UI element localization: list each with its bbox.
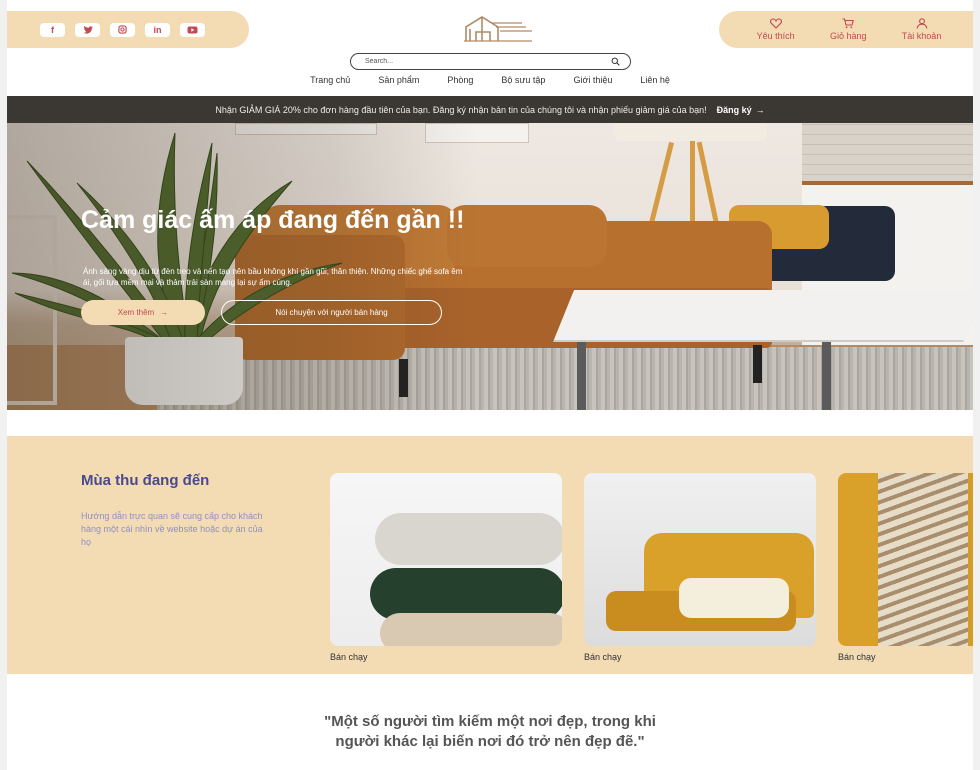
hero-tiles	[802, 123, 973, 185]
site-header: f in Yêu thích Giỏ hàng Tài khoản Search…	[7, 0, 973, 96]
promo-bar: Nhận GIẢM GIÁ 20% cho đơn hàng đầu tiên …	[7, 96, 973, 123]
cart-icon	[842, 18, 855, 29]
sofa-leg	[753, 345, 762, 383]
cart-link[interactable]: Giỏ hàng	[830, 18, 867, 41]
social-links: f in	[7, 11, 249, 48]
autumn-collection: Mùa thu đang đến Hướng dẫn trực quan sẽ …	[7, 436, 973, 674]
hero-banner: Cảm giác ấm áp đang đến gần !! Ánh sáng …	[7, 123, 973, 410]
search-bar	[350, 53, 631, 70]
facebook-icon[interactable]: f	[40, 22, 65, 37]
product-card-label: Bán chạy	[584, 652, 622, 662]
nav-home[interactable]: Trang chủ	[310, 75, 350, 85]
pillow-beige	[380, 613, 562, 646]
wishlist-label: Yêu thích	[756, 31, 795, 41]
brand-logo[interactable]	[462, 15, 534, 43]
quote: "Một số người tìm kiếm một nơi đẹp, tron…	[7, 712, 973, 752]
twitter-icon[interactable]	[75, 22, 100, 37]
nav-about[interactable]: Giới thiệu	[573, 75, 612, 85]
heart-icon	[769, 18, 782, 29]
floor-lamp-shade	[614, 123, 767, 141]
arrow-right-icon: →	[160, 308, 169, 317]
user-icon	[916, 18, 927, 29]
nav-products[interactable]: Sản phẩm	[378, 75, 419, 85]
hero-title: Cảm giác ấm áp đang đến gần !!	[81, 206, 465, 234]
pillow-light	[375, 513, 562, 565]
page: f in Yêu thích Giỏ hàng Tài khoản Search…	[7, 0, 973, 770]
nav-contact[interactable]: Liên hệ	[640, 75, 670, 85]
wishlist-link[interactable]: Yêu thích	[757, 18, 795, 41]
table-leg	[822, 328, 831, 410]
nav-collections[interactable]: Bộ sưu tập	[501, 75, 545, 85]
search-icon[interactable]	[611, 57, 620, 66]
product-card[interactable]: Bán chạy	[330, 473, 562, 662]
talk-to-seller-button[interactable]: Nói chuyện với người bán hàng	[221, 300, 442, 325]
table-leg	[577, 328, 586, 410]
instagram-icon[interactable]	[110, 22, 135, 37]
promo-signup-label: Đăng ký	[716, 104, 752, 115]
main-nav: Trang chủ Sản phẩm Phòng Bộ sưu tập Giới…	[7, 75, 973, 85]
armchair-cushion	[679, 578, 789, 618]
account-link[interactable]: Tài khoản	[901, 18, 942, 41]
see-more-label: Xem thêm	[117, 308, 155, 317]
search-input[interactable]	[365, 58, 565, 65]
product-image-armchair	[584, 473, 816, 646]
product-card-label: Bán chạy	[838, 652, 876, 662]
account-menu: Yêu thích Giỏ hàng Tài khoản	[719, 11, 973, 48]
autumn-title: Mùa thu đang đến	[81, 472, 210, 489]
promo-text: Nhận GIẢM GIÁ 20% cho đơn hàng đầu tiên …	[215, 104, 707, 115]
product-card-label: Bán chạy	[330, 652, 368, 662]
arrow-right-icon: →	[755, 104, 765, 115]
hero-description: Ánh sáng vàng dịu từ đèn treo và nến tạo…	[83, 267, 463, 287]
youtube-icon[interactable]	[180, 22, 205, 37]
product-image-macrame	[838, 473, 973, 646]
linkedin-icon[interactable]: in	[145, 22, 170, 37]
macrame-hanging	[878, 473, 968, 646]
cart-label: Giỏ hàng	[829, 31, 867, 41]
nav-rooms[interactable]: Phòng	[447, 75, 473, 85]
product-card[interactable]: Bán chạy	[584, 473, 816, 662]
promo-signup-link[interactable]: Đăng ký →	[717, 105, 765, 115]
quote-line: "Một số người tìm kiếm một nơi đẹp, tron…	[324, 713, 656, 730]
quote-line: người khác lại biến nơi đó trở nên đẹp đ…	[335, 733, 645, 750]
account-label: Tài khoản	[901, 31, 942, 41]
coffee-table	[553, 290, 973, 340]
see-more-button[interactable]: Xem thêm →	[81, 300, 205, 325]
product-card[interactable]: Bán chạy	[838, 473, 973, 662]
autumn-description: Hướng dẫn trực quan sẽ cung cấp cho khác…	[81, 511, 263, 547]
product-image-pillows	[330, 473, 562, 646]
